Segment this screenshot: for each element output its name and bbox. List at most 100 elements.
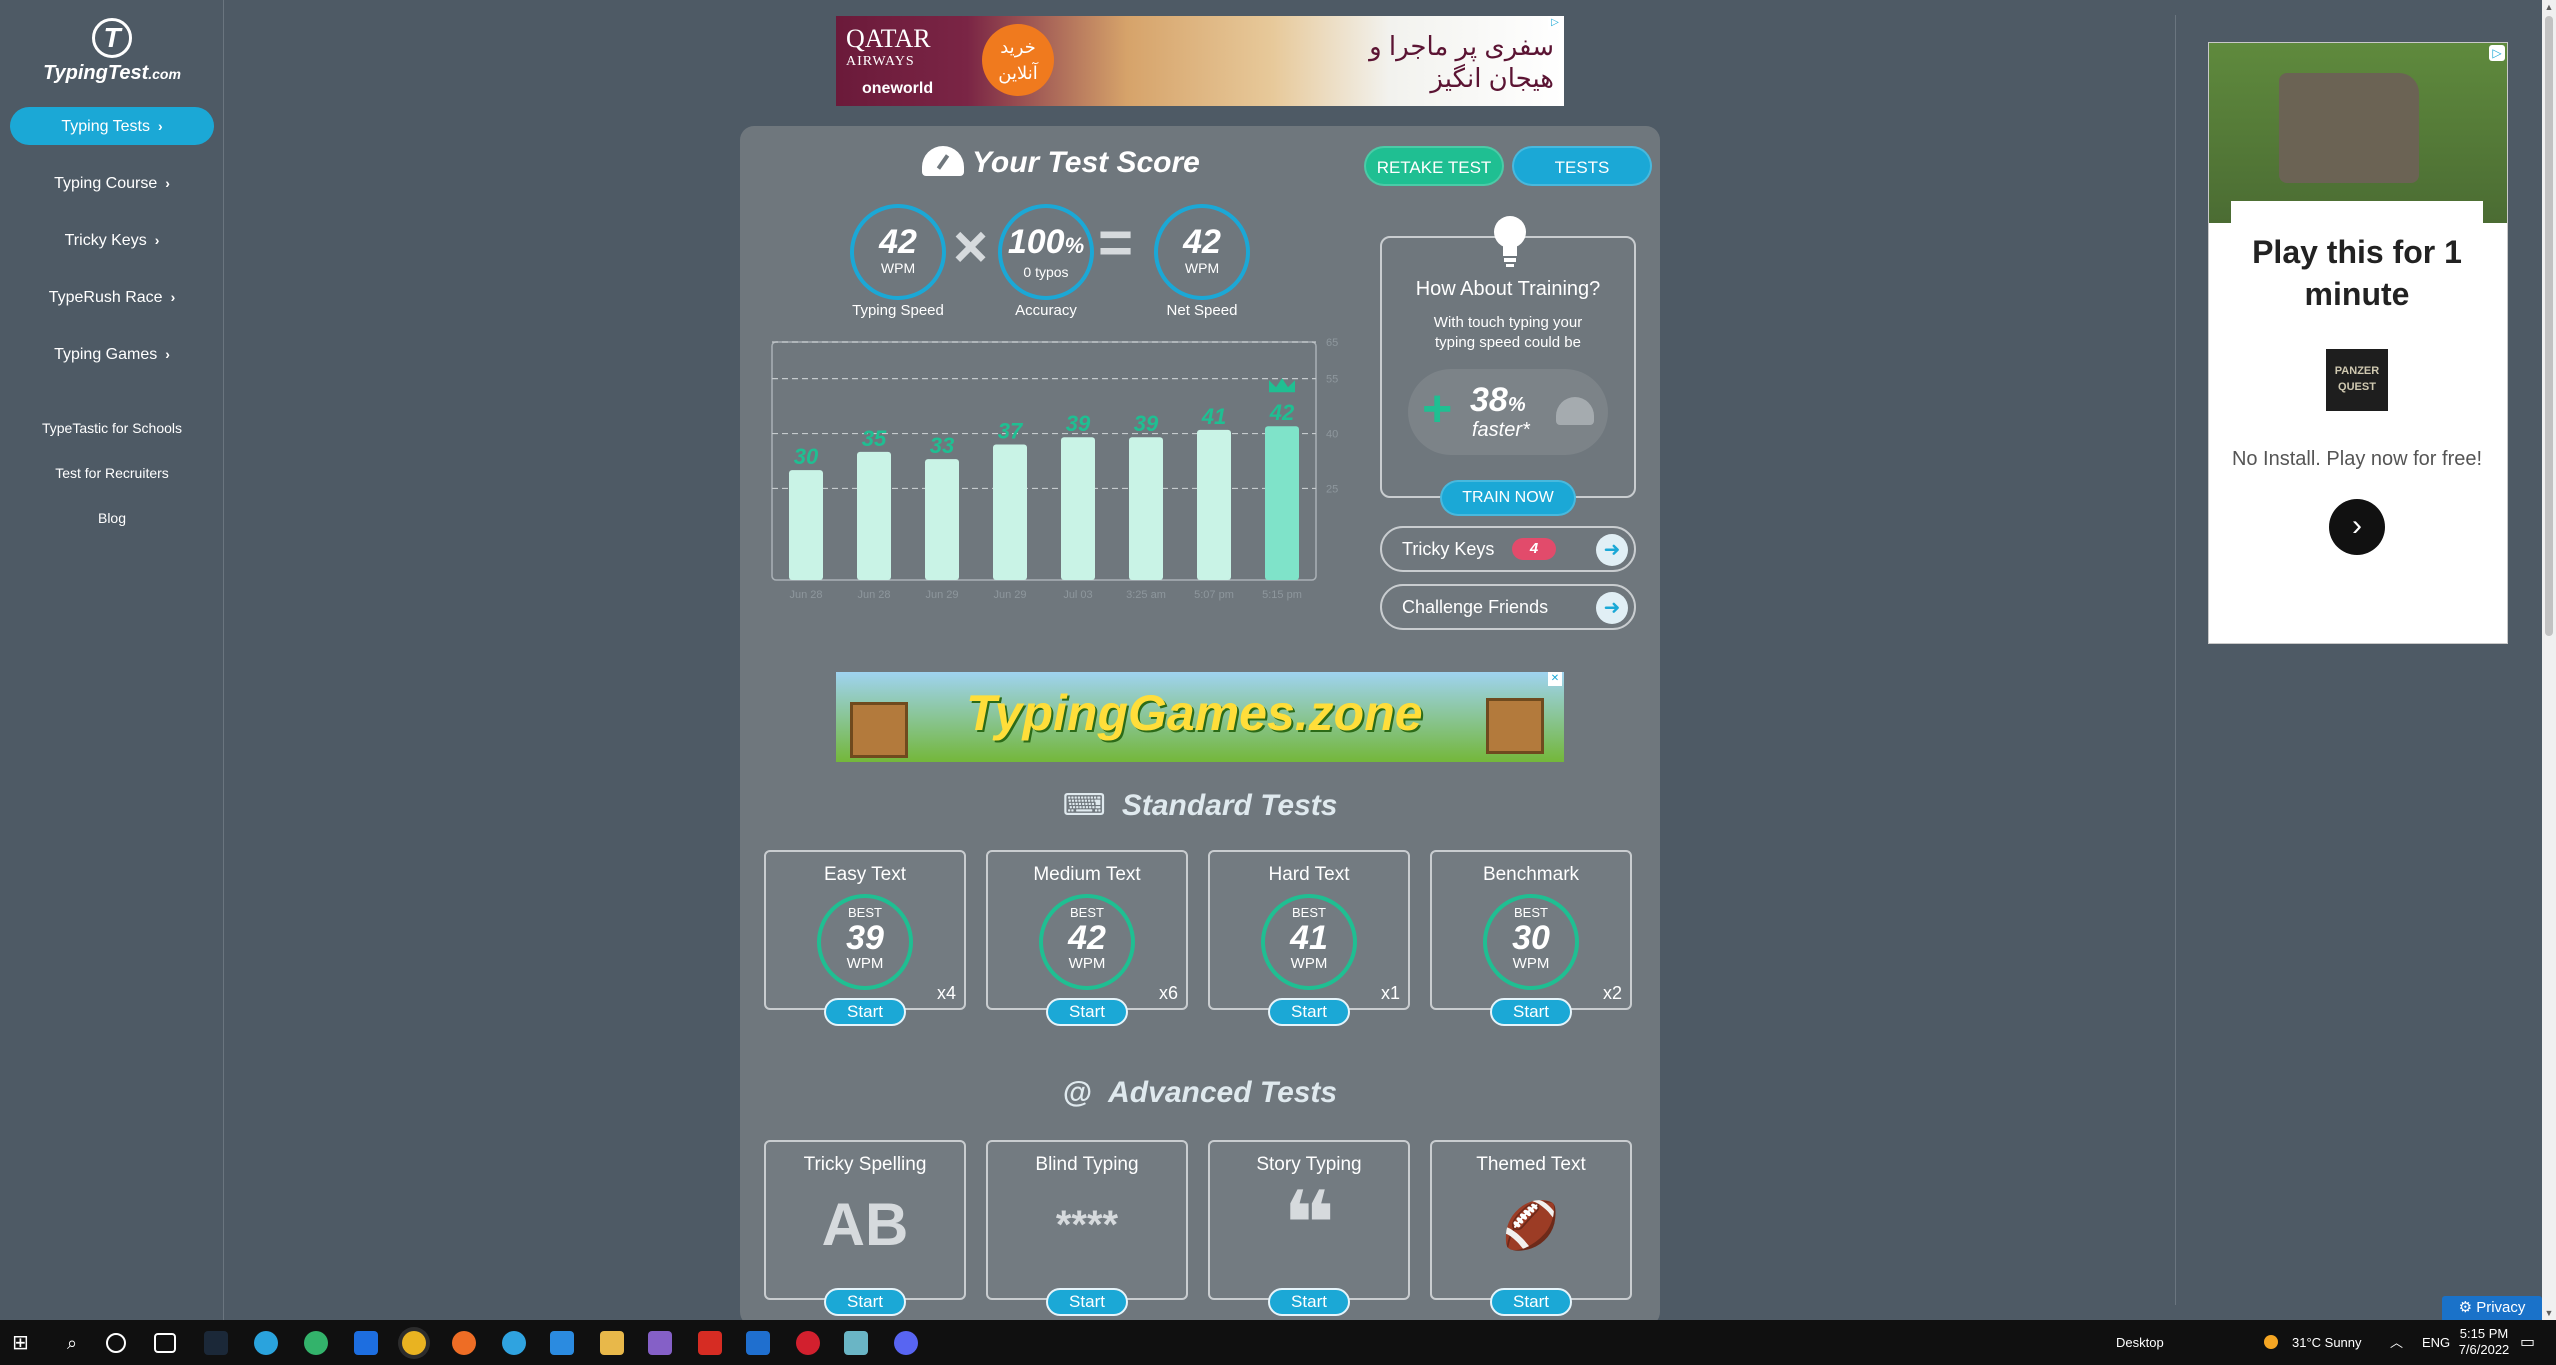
notification-icon[interactable]: ▭	[2520, 1320, 2535, 1365]
football-film-icon: 🏈	[1502, 1199, 1560, 1251]
ad-banner-games[interactable]: TypingGames.zone ✕	[836, 672, 1564, 762]
ad-next-button[interactable]: ›	[2329, 499, 2385, 555]
arrow-right-icon[interactable]: ➜	[1596, 592, 1628, 624]
challenge-friends-row[interactable]: Challenge Friends ➜	[1380, 584, 1636, 630]
test-card-story-typing[interactable]: Story Typing ❝	[1208, 1140, 1410, 1300]
g-hub-icon[interactable]	[502, 1331, 526, 1355]
ad-choices-icon[interactable]: ▷	[1548, 16, 1562, 30]
link-recruiters[interactable]: Test for Recruiters	[10, 465, 214, 481]
equals-icon: =	[1098, 209, 1134, 276]
speedometer-icon	[1556, 397, 1594, 425]
link-typetastic[interactable]: TypeTastic for Schools	[10, 420, 214, 436]
start-button-story-typing[interactable]: Start	[1268, 1288, 1350, 1316]
logo-text: TypingTest	[43, 62, 149, 84]
start-button-easy[interactable]: Start	[824, 998, 906, 1026]
chrome-icon[interactable]	[402, 1331, 426, 1355]
sidebar-item-typing-tests[interactable]: Typing Tests ›	[10, 107, 214, 145]
crate-icon	[850, 702, 908, 758]
task-view-icon[interactable]	[154, 1333, 176, 1353]
chevron-up-icon[interactable]: ︿	[2390, 1320, 2403, 1365]
at-sign-icon: @	[1062, 1076, 1093, 1109]
test-card-medium[interactable]: Medium Text BEST 42 WPM x6	[986, 850, 1188, 1010]
chart-y-tick-label: 65	[1326, 338, 1338, 349]
ad-close-icon[interactable]: ✕	[1548, 672, 1562, 686]
train-now-button[interactable]: TRAIN NOW	[1440, 480, 1576, 516]
sidebar-item-typerush-race[interactable]: TypeRush Race ›	[10, 278, 214, 316]
test-card-tricky-spelling[interactable]: Tricky Spelling AB	[764, 1140, 966, 1300]
speed-history-svg: 25 40 55 65 30 Jun 28 35 Jun 28 33 Jun 29 37 Jun 29…	[771, 338, 1338, 601]
tests-button[interactable]: TESTS	[1512, 146, 1652, 186]
chevron-right-icon: ›	[165, 175, 170, 191]
weather-text[interactable]: 31°C Sunny	[2292, 1320, 2362, 1365]
site-logo[interactable]: T TypingTest.com	[40, 18, 184, 85]
privacy-button[interactable]: ⚙ Privacy	[2442, 1296, 2542, 1320]
search-icon[interactable]: ⌕	[60, 1331, 84, 1355]
app-icon[interactable]	[354, 1331, 378, 1355]
start-button-medium[interactable]: Start	[1046, 998, 1128, 1026]
sidebar-item-typing-course[interactable]: Typing Course ›	[10, 164, 214, 202]
file-explorer-icon[interactable]	[600, 1331, 624, 1355]
lightbulb-icon	[1494, 216, 1526, 267]
start-button-benchmark[interactable]: Start	[1490, 998, 1572, 1026]
ad-banner-right[interactable]: ▷ Play this for 1 minute PANZER QUEST No…	[2208, 42, 2508, 644]
language-indicator[interactable]: ENG	[2422, 1320, 2450, 1365]
chart-x-tick-label: Jun 29	[993, 589, 1026, 601]
test-card-hard[interactable]: Hard Text BEST 41 WPM x1	[1208, 850, 1410, 1010]
arrow-right-icon[interactable]: ➜	[1596, 534, 1628, 566]
test-card-themed-text[interactable]: Themed Text 🏈	[1430, 1140, 1632, 1300]
crate-icon	[1486, 698, 1544, 754]
crown-icon	[1269, 378, 1295, 393]
chart-bar-value-label: 30	[794, 444, 819, 469]
app-icon[interactable]	[746, 1331, 770, 1355]
scroll-up-icon[interactable]: ▲	[2542, 0, 2556, 14]
start-button-blind-typing[interactable]: Start	[1046, 1288, 1128, 1316]
start-button-hard[interactable]: Start	[1268, 998, 1350, 1026]
chart-x-tick-label: Jun 28	[857, 589, 890, 601]
retake-test-button[interactable]: RETAKE TEST	[1364, 146, 1504, 186]
accuracy-typos: 0 typos	[1023, 264, 1069, 280]
accuracy-ring: 100% 0 typos	[998, 204, 1094, 300]
vscode-icon[interactable]	[550, 1331, 574, 1355]
app-icon[interactable]	[844, 1331, 868, 1355]
ad-choices-icon[interactable]: ▷	[2489, 45, 2505, 61]
attempt-count: x1	[1380, 983, 1400, 1003]
cortana-icon[interactable]	[106, 1333, 126, 1353]
chart-y-tick-label: 55	[1326, 374, 1338, 386]
net-speed-ring: 42 WPM	[1154, 204, 1250, 300]
sidebar-item-label: Typing Tests	[61, 118, 150, 135]
taskbar: ⊞ ⌕ Desktop 31°C Sunny ︿ ENG 5:15 PM 7/6…	[0, 1320, 2556, 1365]
tricky-keys-row[interactable]: Tricky Keys 4 ➜	[1380, 526, 1636, 572]
page-scrollbar[interactable]: ▲ ▼	[2542, 0, 2556, 1320]
test-card-benchmark[interactable]: Benchmark BEST 30 WPM x2	[1430, 850, 1632, 1010]
scrollbar-thumb[interactable]	[2545, 16, 2553, 636]
scroll-down-icon[interactable]: ▼	[2542, 1306, 2556, 1320]
app-icon[interactable]	[796, 1331, 820, 1355]
ad-games-logo: TypingGames.zone	[966, 685, 1423, 741]
chart-bar	[789, 470, 823, 580]
test-card-blind-typing[interactable]: Blind Typing ****	[986, 1140, 1188, 1300]
edge-icon[interactable]	[304, 1331, 328, 1355]
discord-icon[interactable]	[894, 1331, 918, 1355]
chart-bar	[1265, 426, 1299, 580]
link-blog[interactable]: Blog	[10, 510, 214, 526]
clock[interactable]: 5:15 PM 7/6/2022	[2454, 1326, 2514, 1358]
settings-icon: ⚙	[2458, 1299, 2477, 1316]
advanced-tests-title: @ Advanced Tests	[1062, 1076, 1338, 1109]
test-card-easy[interactable]: Easy Text BEST 39 WPM x4	[764, 850, 966, 1010]
windows-start-icon[interactable]: ⊞	[12, 1331, 36, 1355]
ad-banner-top[interactable]: QATAR AIRWAYS oneworld خرید آنلاین سفری پ…	[836, 16, 1564, 106]
sidebar-item-tricky-keys[interactable]: Tricky Keys ›	[10, 221, 214, 259]
attempt-count: x2	[1602, 983, 1622, 1003]
steam-icon[interactable]	[204, 1331, 228, 1355]
desktop-toolbar-label[interactable]: Desktop	[2116, 1320, 2164, 1365]
telegram-icon[interactable]	[254, 1331, 278, 1355]
start-button-tricky-spelling[interactable]: Start	[824, 1288, 906, 1316]
sidebar-item-typing-games[interactable]: Typing Games ›	[10, 335, 214, 373]
chevron-right-icon: ›	[165, 346, 170, 362]
start-button-themed-text[interactable]: Start	[1490, 1288, 1572, 1316]
firefox-icon[interactable]	[452, 1331, 476, 1355]
acrobat-icon[interactable]	[698, 1331, 722, 1355]
tricky-keys-label: Tricky Keys	[1402, 539, 1495, 559]
visual-studio-icon[interactable]	[648, 1331, 672, 1355]
best-wpm-ring: BEST 39 WPM	[817, 894, 913, 990]
